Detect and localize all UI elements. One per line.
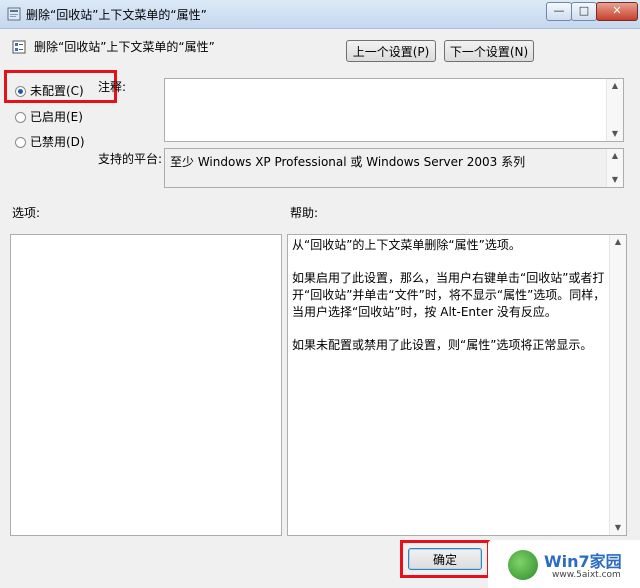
policy-title: 删除“回收站”上下文菜单的“属性” — [34, 40, 215, 54]
radio-unchecked-icon — [15, 137, 26, 148]
watermark-text: Win7家园 — [544, 552, 622, 571]
help-scrollbar[interactable]: ▲ ▼ — [609, 235, 626, 535]
next-setting-button[interactable]: 下一个设置(N) — [444, 40, 534, 62]
radio-label: 已禁用(D) — [30, 135, 85, 149]
comment-textarea[interactable]: ▲ ▼ — [164, 78, 624, 142]
help-paragraph: 如果未配置或禁用了此设置，则“属性”选项将正常显示。 — [292, 338, 593, 352]
title-bar[interactable]: 删除“回收站”上下文菜单的“属性” — □ ✕ — [0, 0, 640, 29]
win7-logo-icon — [508, 550, 538, 580]
close-button[interactable]: ✕ — [596, 2, 638, 21]
maximize-button[interactable]: □ — [571, 2, 597, 21]
highlight-box-ok — [400, 540, 490, 578]
radio-label: 已启用(E) — [30, 110, 83, 124]
comment-label: 注释: — [98, 80, 127, 94]
options-label: 选项: — [12, 206, 41, 220]
minimize-button[interactable]: — — [546, 2, 572, 21]
arrow-up-icon[interactable]: ▲ — [607, 149, 623, 163]
watermark: Win7家园 www.5aixt.com — [488, 540, 640, 588]
help-paragraph: 从“回收站”的上下文菜单删除“属性”选项。 — [292, 238, 521, 252]
help-pane: 从“回收站”的上下文菜单删除“属性”选项。 如果启用了此设置，那么，当用户右键单… — [287, 234, 627, 536]
platform-scrollbar[interactable]: ▲ ▼ — [606, 149, 623, 187]
help-paragraph: 如果启用了此设置，那么，当用户右键单击“回收站”或者打开“回收站”并单击“文件”… — [292, 271, 606, 319]
platform-label: 支持的平台: — [98, 152, 163, 166]
radio-unchecked-icon — [15, 112, 26, 123]
arrow-down-icon[interactable]: ▼ — [607, 127, 623, 141]
policy-setting-window: 删除“回收站”上下文菜单的“属性” — □ ✕ 删除“回收站”上下文菜单的“属性… — [0, 0, 640, 588]
arrow-up-icon[interactable]: ▲ — [610, 235, 626, 249]
options-pane — [10, 234, 282, 536]
radio-enabled[interactable]: 已启用(E) — [15, 108, 83, 125]
policy-settings-icon — [12, 40, 26, 54]
platform-box: 至少 Windows XP Professional 或 Windows Ser… — [164, 148, 624, 188]
arrow-up-icon[interactable]: ▲ — [607, 79, 623, 93]
help-text: 从“回收站”的上下文菜单删除“属性”选项。 如果启用了此设置，那么，当用户右键单… — [292, 237, 608, 370]
help-label: 帮助: — [290, 206, 319, 220]
previous-setting-button[interactable]: 上一个设置(P) — [346, 40, 436, 62]
arrow-down-icon[interactable]: ▼ — [610, 521, 626, 535]
watermark-url: www.5aixt.com — [552, 570, 621, 580]
policy-icon — [7, 7, 21, 21]
window-title: 删除“回收站”上下文菜单的“属性” — [26, 8, 207, 22]
platform-value: 至少 Windows XP Professional 或 Windows Ser… — [170, 155, 526, 169]
radio-disabled[interactable]: 已禁用(D) — [15, 133, 85, 150]
comment-scrollbar[interactable]: ▲ ▼ — [606, 79, 623, 141]
arrow-down-icon[interactable]: ▼ — [607, 173, 623, 187]
